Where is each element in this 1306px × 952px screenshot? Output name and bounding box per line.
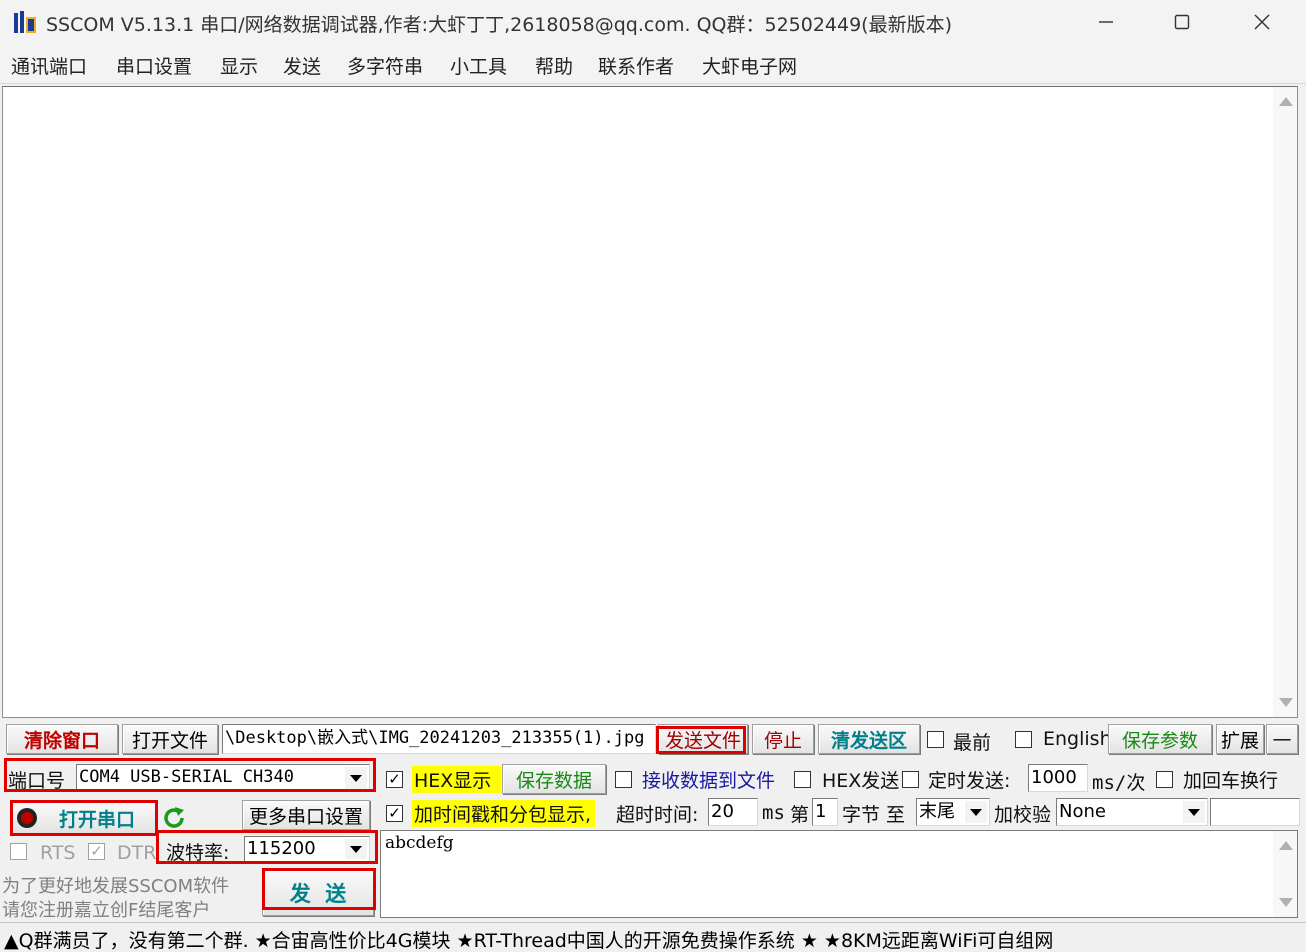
chevron-down-icon[interactable] [965, 801, 987, 823]
timestamp-label: 加时间戳和分包显示, [412, 800, 596, 827]
save-params-button[interactable]: 保存参数 [1108, 724, 1212, 754]
menu-serial-settings[interactable]: 串口设置 [116, 52, 192, 79]
english-checkbox[interactable] [1015, 731, 1032, 748]
menu-comm-port[interactable]: 通讯端口 [11, 52, 87, 79]
rts-checkbox[interactable] [10, 843, 27, 860]
byte-from-input[interactable]: 1 [812, 798, 838, 826]
add-crlf-label: 加回车换行 [1183, 770, 1279, 792]
english-label: English [1043, 728, 1112, 750]
add-crlf-checkbox[interactable] [1156, 771, 1173, 788]
clear-send-button[interactable]: 清发送区 [818, 724, 920, 754]
hex-send-label: HEX发送 [822, 770, 900, 792]
byte-prefix-label: 第 [790, 804, 810, 826]
receive-textarea[interactable] [2, 86, 1298, 718]
baud-rate-value: 115200 [247, 838, 316, 859]
byte-to-select[interactable]: 末尾 [916, 798, 990, 826]
send-file-button[interactable]: 发送文件 [658, 724, 748, 754]
save-data-button[interactable]: 保存数据 [502, 764, 606, 794]
timed-send-label: 定时发送: [928, 770, 1011, 792]
timestamp-checkbox[interactable]: ✓ [386, 805, 403, 822]
port-label: 端口号 [8, 770, 66, 792]
hex-display-label: HEX显示 [412, 766, 502, 793]
menu-contact-author[interactable]: 联系作者 [598, 52, 674, 79]
title-bar: SSCOM V5.13.1 串口/网络数据调试器,作者:大虾丁丁,2618058… [0, 0, 1306, 44]
timeout-value: 20 [711, 801, 734, 822]
scroll-up-icon[interactable] [1279, 97, 1293, 106]
expand-button[interactable]: 扩展 [1216, 724, 1264, 754]
timed-send-checkbox[interactable] [902, 771, 919, 788]
status-text: ▲Q群满员了，没有第二个群. ★合宙高性价比4G模块 ★RT-Thread中国人… [4, 930, 1054, 952]
checksum-value: None [1059, 801, 1106, 822]
timeout-input[interactable]: 20 [708, 798, 758, 826]
port-select-value: COM4 USB-SERIAL CH340 [79, 767, 294, 787]
topmost-label: 最前 [953, 732, 992, 754]
menu-multi-string[interactable]: 多字符串 [347, 52, 423, 79]
promo-line-1: 为了更好地发展SSCOM软件 [2, 876, 230, 897]
close-icon [1254, 14, 1270, 30]
scroll-down-icon[interactable] [1279, 898, 1293, 907]
open-port-label: 打开串口 [59, 808, 136, 831]
interval-value: 1000 [1031, 767, 1077, 788]
topmost-checkbox[interactable] [927, 731, 944, 748]
menu-daxia-website[interactable]: 大虾电子网 [702, 52, 797, 79]
chevron-down-icon[interactable] [1183, 801, 1205, 823]
checksum-label: 加校验 [994, 804, 1052, 826]
chevron-down-icon[interactable] [345, 767, 367, 789]
close-button[interactable] [1222, 0, 1302, 44]
file-path-value: \Desktop\嵌入式\IMG_20241203_213355(1).jpg [225, 728, 645, 748]
chevron-down-icon[interactable] [345, 839, 367, 859]
open-port-button[interactable]: 打开串口 [10, 802, 156, 834]
sscom-logo-icon [14, 11, 36, 33]
file-path-field[interactable]: \Desktop\嵌入式\IMG_20241203_213355(1).jpg [222, 724, 656, 754]
window-title: SSCOM V5.13.1 串口/网络数据调试器,作者:大虾丁丁,2618058… [46, 14, 953, 36]
baud-rate-select[interactable]: 115200 [244, 836, 370, 862]
send-text-value: abcdefg [385, 833, 454, 853]
send-scrollbar[interactable] [1273, 831, 1297, 917]
scroll-up-icon[interactable] [1279, 841, 1293, 850]
dtr-label: DTR [117, 842, 157, 864]
dtr-checkbox[interactable]: ✓ [88, 843, 105, 860]
port-select[interactable]: COM4 USB-SERIAL CH340 [76, 764, 370, 792]
promo-line-2: 请您注册嘉立创F结尾客户 [2, 900, 211, 921]
clear-window-button[interactable]: 清除窗口 [6, 724, 118, 754]
receive-scrollbar[interactable] [1273, 87, 1297, 717]
menu-display[interactable]: 显示 [220, 52, 258, 79]
hex-send-checkbox[interactable] [794, 771, 811, 788]
minimize-icon [1099, 21, 1113, 23]
menu-send[interactable]: 发送 [283, 52, 321, 79]
port-status-led-icon [17, 808, 37, 828]
menu-bar: 通讯端口 串口设置 显示 发送 多字符串 小工具 帮助 联系作者 大虾电子网 [0, 44, 1306, 84]
more-serial-settings-button[interactable]: 更多串口设置 [242, 800, 370, 830]
byte-to-value: 末尾 [919, 801, 955, 822]
send-button[interactable]: 发 送 [262, 870, 374, 916]
maximize-button[interactable] [1142, 0, 1222, 44]
refresh-icon[interactable] [160, 804, 188, 832]
collapse-button[interactable]: — [1266, 724, 1298, 754]
byte-mid-label: 字节 至 [842, 804, 906, 826]
recv-to-file-checkbox[interactable] [615, 771, 632, 788]
checksum-result-field[interactable] [1210, 798, 1300, 826]
interval-unit-label: ms/次 [1092, 772, 1146, 794]
menu-tools[interactable]: 小工具 [450, 52, 507, 79]
hex-display-checkbox[interactable]: ✓ [386, 771, 403, 788]
rts-label: RTS [40, 842, 76, 864]
checksum-select[interactable]: None [1056, 798, 1208, 826]
minimize-button[interactable] [1066, 0, 1146, 44]
interval-input[interactable]: 1000 [1028, 764, 1088, 792]
scroll-down-icon[interactable] [1279, 698, 1293, 707]
byte-from-value: 1 [815, 801, 827, 822]
timeout-unit-label: ms [762, 802, 785, 824]
stop-button[interactable]: 停止 [752, 724, 814, 754]
timeout-label: 超时时间: [616, 804, 699, 826]
maximize-icon [1174, 14, 1190, 30]
open-file-button[interactable]: 打开文件 [122, 724, 218, 754]
baud-rate-label: 波特率: [166, 842, 230, 864]
send-textarea[interactable]: abcdefg [380, 830, 1298, 918]
status-bar: ▲Q群满员了，没有第二个群. ★合宙高性价比4G模块 ★RT-Thread中国人… [0, 922, 1306, 952]
menu-help[interactable]: 帮助 [535, 52, 573, 79]
recv-to-file-label: 接收数据到文件 [642, 770, 776, 792]
